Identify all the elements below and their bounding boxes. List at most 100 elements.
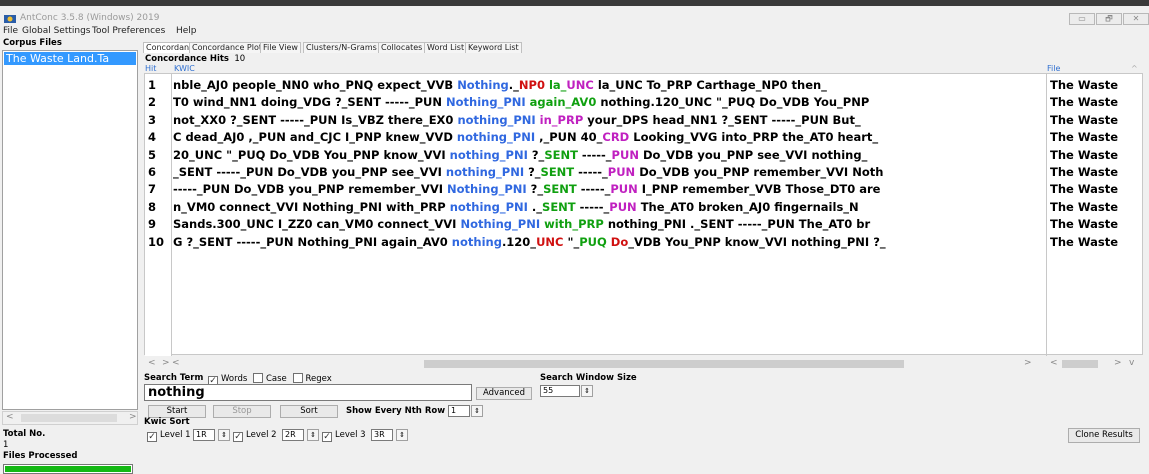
- table-row[interactable]: C dead_AJ0 ,_PUN and_CJC I_PNP knew_VVD …: [173, 129, 878, 146]
- kwic-scroll-right-icon[interactable]: >: [162, 358, 170, 368]
- file-name-cell[interactable]: The Waste: [1050, 164, 1118, 181]
- file-name-cell[interactable]: The Waste: [1050, 216, 1118, 233]
- case-checkbox[interactable]: [252, 373, 263, 383]
- level2-checkbox[interactable]: ✓: [233, 432, 243, 442]
- table-row[interactable]: _SENT -----_PUN Do_VDB you_PNP see_VVI n…: [173, 164, 883, 181]
- file-scroll-thumb[interactable]: [1062, 360, 1098, 368]
- title-bar: AntConc 3.5.8 (Windows) 2019 ▭ 🗗 ✕: [0, 12, 1149, 26]
- clone-results-button[interactable]: Clone Results: [1068, 428, 1140, 443]
- results-horizontal-scrollbar[interactable]: < > < > < > v: [144, 358, 1143, 370]
- table-row[interactable]: Sands.300_UNC I_ZZ0 can_VM0 connect_VVI …: [173, 216, 870, 233]
- menu-help[interactable]: Help: [176, 26, 197, 36]
- kwic-context-text: -----_: [576, 182, 611, 197]
- window-size-spinner-icon[interactable]: ⇕: [581, 385, 593, 397]
- tab-concordance-plot[interactable]: Concordance Plot: [189, 42, 265, 53]
- close-button[interactable]: ✕: [1123, 13, 1149, 25]
- kwic-keyword: nothing_PNI: [449, 199, 528, 214]
- concordance-results-table[interactable]: 1 2 3 4 5 6 7 8 9 10 nble_AJ0 people_NN0 who_PNQ …: [144, 73, 1144, 356]
- kwic-sort-levels: ✓ Level 1: [144, 430, 191, 442]
- kwic-context-text: SENT: [544, 147, 578, 162]
- kwic-keyword: nothing_PNI: [457, 112, 540, 127]
- scroll-down-arrow-icon[interactable]: v: [1129, 358, 1134, 368]
- advanced-button[interactable]: Advanced: [476, 387, 532, 400]
- stop-button[interactable]: Stop: [213, 405, 271, 418]
- file-name-cell[interactable]: The Waste: [1050, 199, 1118, 216]
- level3-checkbox[interactable]: ✓: [322, 432, 332, 442]
- file-name-cell[interactable]: The Waste: [1050, 234, 1118, 251]
- table-row[interactable]: not_XX0 ?_SENT -----_PUN Is_VBZ there_EX…: [173, 112, 861, 129]
- kwic-scroll-thumb[interactable]: [424, 360, 904, 368]
- minimize-button[interactable]: ▭: [1069, 13, 1095, 25]
- corpus-files-label: Corpus Files: [3, 38, 62, 48]
- kwic-context-text: PUN: [607, 165, 636, 179]
- kwic-keyword: Nothing_PNI: [460, 217, 545, 232]
- file-list-horizontal-scrollbar[interactable]: < >: [2, 411, 138, 425]
- tab-keyword-list[interactable]: Keyword List: [465, 42, 522, 53]
- search-window-size-field[interactable]: 55: [540, 385, 580, 397]
- scroll-right-arrow-icon[interactable]: >: [129, 412, 137, 422]
- kwic-context-text: Do_VDB you_PNP remember_VVI Noth: [635, 165, 884, 179]
- file-name-cell[interactable]: The Waste: [1050, 129, 1118, 146]
- level1-spinner-icon[interactable]: ⇕: [218, 429, 230, 441]
- kwic-keyword: nothing_PNI: [456, 130, 536, 145]
- scroll-left-arrow-icon[interactable]: <: [6, 412, 14, 422]
- nth-row-spinner-icon[interactable]: ⇕: [471, 405, 483, 417]
- file-scroll-right-icon[interactable]: >: [1114, 358, 1122, 368]
- menu-tool-preferences[interactable]: Tool Preferences: [92, 26, 165, 36]
- kwic-context-text: The_AT0 broken_AJ0 fingernails_N: [636, 199, 859, 214]
- file-name-cell[interactable]: The Waste: [1050, 147, 1118, 164]
- case-label: Case: [265, 374, 287, 384]
- level3-spinner-icon[interactable]: ⇕: [396, 429, 408, 441]
- kwic-context-text: SENT: [540, 165, 575, 179]
- table-row[interactable]: 20_UNC "_PUQ Do_VDB You_PNP know_VVI not…: [173, 147, 867, 164]
- window-title: AntConc 3.5.8 (Windows) 2019: [20, 13, 160, 23]
- level2-group: ✓ Level 2: [230, 430, 277, 442]
- level2-spinner-icon[interactable]: ⇕: [307, 429, 319, 441]
- corpus-file-item[interactable]: The Waste Land.Ta: [4, 52, 136, 65]
- regex-checkbox[interactable]: [292, 373, 303, 383]
- column-header-kwic[interactable]: KWIC: [174, 64, 195, 73]
- restore-button[interactable]: 🗗: [1096, 13, 1122, 25]
- table-row[interactable]: T0 wind_NN1 doing_VDG ?_SENT -----_PUN N…: [173, 94, 869, 111]
- kwic-context-text: la_UNC To_PRP Carthage_NP0 then_: [593, 78, 827, 92]
- kwic-scroll-left-icon[interactable]: <: [148, 358, 156, 368]
- column-header-hit[interactable]: Hit: [145, 64, 156, 73]
- tab-word-list[interactable]: Word List: [424, 42, 468, 53]
- table-row[interactable]: nble_AJ0 people_NN0 who_PNQ expect_VVB N…: [173, 77, 827, 94]
- sort-button[interactable]: Sort: [280, 405, 338, 418]
- nth-row-field[interactable]: 1: [448, 405, 470, 417]
- file-name-cell[interactable]: The Waste: [1050, 112, 1118, 129]
- scroll-thumb[interactable]: [21, 414, 117, 422]
- kwic-scroll-right-end-icon[interactable]: >: [1024, 358, 1032, 368]
- tab-file-view[interactable]: File View: [260, 42, 301, 53]
- file-name-cell[interactable]: The Waste: [1050, 94, 1118, 111]
- concordance-hits: Concordance Hits 10: [145, 54, 245, 64]
- tab-clusters-ngrams[interactable]: Clusters/N-Grams: [303, 42, 380, 53]
- table-row[interactable]: -----_PUN Do_VDB you_PNP remember_VVI No…: [173, 181, 880, 198]
- progress-fill: [5, 466, 131, 472]
- hit-number: 5: [148, 147, 157, 162]
- level3-field[interactable]: 3R: [371, 429, 393, 441]
- kwic-context-text: NP0: [518, 78, 549, 92]
- corpus-file-list[interactable]: The Waste Land.Ta: [2, 50, 138, 410]
- file-scroll-left-icon[interactable]: <: [1050, 358, 1058, 368]
- level1-checkbox[interactable]: ✓: [147, 432, 157, 442]
- level2-field[interactable]: 2R: [282, 429, 304, 441]
- tab-collocates[interactable]: Collocates: [378, 42, 426, 53]
- column-header-file[interactable]: File: [1047, 64, 1060, 73]
- table-row[interactable]: G ?_SENT -----_PUN Nothing_PNI again_AV0…: [173, 234, 886, 251]
- kwic-context-text: in_PRP: [539, 112, 584, 127]
- file-name-cell[interactable]: The Waste: [1050, 77, 1118, 94]
- kwic-column[interactable]: nble_AJ0 people_NN0 who_PNQ expect_VVB N…: [173, 74, 1045, 356]
- file-name-cell[interactable]: The Waste: [1050, 181, 1118, 198]
- kwic-context-text: nble_AJ0 people_NN0 who_PNQ expect_VVB: [173, 78, 458, 92]
- level3-group: ✓ Level 3: [319, 430, 366, 442]
- menu-file[interactable]: File: [3, 26, 18, 36]
- file-column[interactable]: The Waste The Waste The Waste The Waste The …: [1046, 74, 1144, 356]
- kwic-scroll-left-end-icon[interactable]: <: [172, 358, 180, 368]
- search-term-input[interactable]: nothing: [144, 384, 472, 401]
- kwic-context-text: Sands.300_UNC I_ZZ0 can_VM0 connect_VVI: [173, 217, 461, 232]
- menu-global-settings[interactable]: Global Settings: [22, 26, 90, 36]
- table-row[interactable]: n_VM0 connect_VVI Nothing_PNI with_PRP n…: [173, 199, 859, 216]
- level1-field[interactable]: 1R: [193, 429, 215, 441]
